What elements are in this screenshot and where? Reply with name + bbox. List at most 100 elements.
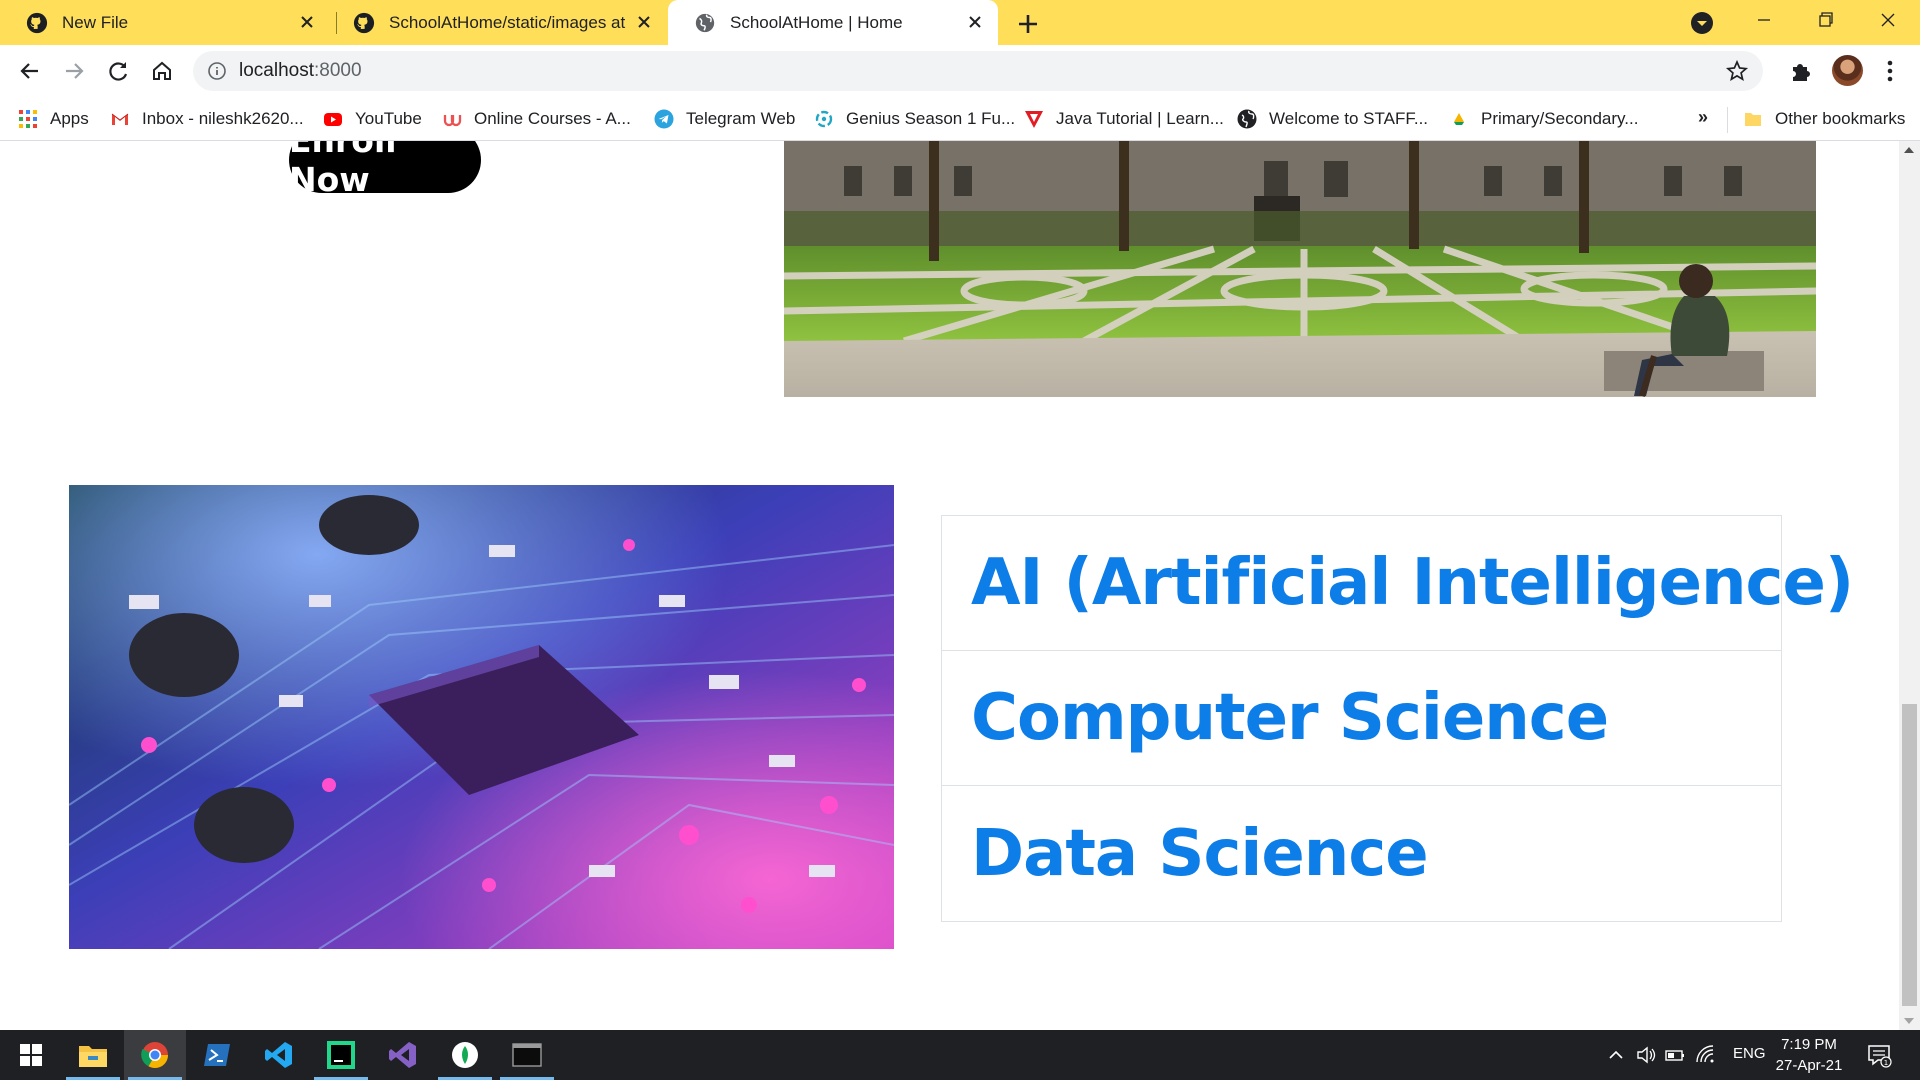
bookmark-label: Online Courses - A... <box>474 109 631 128</box>
url-host: localhost <box>239 60 314 81</box>
page-viewport: Enroll Now <box>0 141 1899 1030</box>
tab-search-icon[interactable] <box>1689 10 1715 36</box>
close-icon[interactable] <box>298 13 316 31</box>
input-language[interactable]: ENG <box>1733 1045 1766 1062</box>
restore-icon[interactable] <box>1795 0 1857 40</box>
minimize-icon[interactable] <box>1733 0 1795 40</box>
terminal-icon <box>512 1043 542 1067</box>
extensions-puzzle-icon[interactable] <box>1788 58 1814 84</box>
home-icon[interactable] <box>146 55 178 87</box>
close-icon[interactable] <box>635 13 653 31</box>
show-hidden-icons-chevron-icon[interactable] <box>1605 1044 1627 1066</box>
tab-strip: New File SchoolAtHome/static/images at r… <box>0 0 1920 45</box>
course-item-data-science[interactable]: Data Science <box>942 786 1781 921</box>
other-bookmarks-folder[interactable]: Other bookmarks <box>1743 106 1905 132</box>
page-scrollbar[interactable] <box>1899 141 1920 1030</box>
course-list: AI (Artificial Intelligence) Computer Sc… <box>941 515 1854 922</box>
course-item-ai[interactable]: AI (Artificial Intelligence) <box>942 516 1854 651</box>
tab-new-file[interactable]: New File <box>0 0 330 45</box>
bookmark-primary-secondary[interactable]: Primary/Secondary... <box>1449 106 1638 132</box>
clock-time: 7:19 PM <box>1781 1036 1837 1053</box>
genius-icon <box>815 110 833 128</box>
start-button[interactable] <box>0 1030 62 1080</box>
notification-center-icon[interactable]: 1 <box>1866 1042 1892 1068</box>
tab-schoolathome-home[interactable]: SchoolAtHome | Home <box>668 0 998 45</box>
folder-icon <box>1745 113 1761 126</box>
pycharm-icon <box>327 1041 355 1069</box>
window-close-icon[interactable] <box>1857 0 1919 40</box>
taskbar-powershell[interactable] <box>186 1030 248 1080</box>
scroll-down-arrow-icon[interactable] <box>1904 1018 1914 1024</box>
taskbar-file-explorer[interactable] <box>62 1030 124 1080</box>
profile-avatar[interactable] <box>1832 55 1863 86</box>
taskbar-chrome[interactable] <box>124 1030 186 1080</box>
drive-icon <box>1454 113 1464 125</box>
bookmark-label: Other bookmarks <box>1775 109 1906 128</box>
clock-date: 27-Apr-21 <box>1775 1057 1843 1074</box>
bookmark-label: Telegram Web <box>686 109 796 128</box>
file-explorer-icon <box>79 1046 107 1067</box>
battery-icon[interactable] <box>1664 1044 1686 1066</box>
url-text[interactable]: localhost:8000 <box>239 60 362 82</box>
globe-icon <box>1237 109 1257 129</box>
enroll-now-button[interactable]: Enroll Now <box>289 141 481 199</box>
taskbar-visual-studio[interactable] <box>372 1030 434 1080</box>
tab-title: New File <box>62 12 129 32</box>
vscode-icon <box>265 1042 292 1068</box>
telegram-icon <box>654 109 674 129</box>
gmail-icon <box>111 113 129 125</box>
bookmark-label: Welcome to STAFF... <box>1269 109 1429 128</box>
wifi-icon[interactable] <box>1694 1044 1716 1066</box>
bookmark-apps[interactable]: Apps <box>18 106 89 132</box>
bookmark-online-courses[interactable]: Online Courses - A... <box>442 106 631 132</box>
bookmark-youtube[interactable]: YouTube <box>323 106 422 132</box>
bookmark-label: Primary/Secondary... <box>1481 109 1639 128</box>
windows-start-icon <box>20 1044 42 1066</box>
bookmark-welcome-staff[interactable]: Welcome to STAFF... <box>1237 106 1428 132</box>
mongodb-compass-icon <box>452 1042 478 1068</box>
forward-icon[interactable] <box>58 55 90 87</box>
volume-icon[interactable] <box>1635 1044 1657 1066</box>
youtube-icon <box>324 113 342 126</box>
circuit-board-image <box>69 485 894 949</box>
address-bar[interactable]: localhost:8000 <box>193 51 1763 91</box>
bookmark-label: Apps <box>50 109 89 128</box>
bookmark-inbox[interactable]: Inbox - nileshk2620... <box>110 106 304 132</box>
reload-icon[interactable] <box>102 55 134 87</box>
tutorial-icon <box>1025 111 1043 128</box>
scroll-up-arrow-icon[interactable] <box>1904 147 1914 153</box>
browser-toolbar: localhost:8000 <box>0 45 1920 97</box>
back-icon[interactable] <box>14 55 46 87</box>
udemy-icon <box>443 115 462 127</box>
notification-count: 1 <box>1884 1059 1888 1067</box>
new-tab-icon[interactable] <box>1014 10 1042 38</box>
bookmarks-divider <box>1727 107 1728 133</box>
powershell-icon <box>204 1044 230 1066</box>
globe-icon <box>695 13 715 32</box>
github-icon <box>353 12 375 33</box>
taskbar-clock[interactable]: 7:19 PM 27-Apr-21 <box>1770 1034 1848 1076</box>
bookmark-genius[interactable]: Genius Season 1 Fu... <box>814 106 1015 132</box>
taskbar-mongodb-compass[interactable] <box>434 1030 496 1080</box>
windows-taskbar: ENG 7:19 PM 27-Apr-21 1 <box>0 1030 1920 1080</box>
close-icon[interactable] <box>966 13 984 31</box>
apps-grid-icon <box>19 110 37 128</box>
github-icon <box>26 12 48 33</box>
bookmark-star-icon[interactable] <box>1725 59 1749 83</box>
scroll-thumb[interactable] <box>1902 704 1917 1006</box>
bookmark-java-tutorial[interactable]: Java Tutorial | Learn... <box>1024 106 1224 132</box>
taskbar-pycharm[interactable] <box>310 1030 372 1080</box>
bookmark-label: Inbox - nileshk2620... <box>142 109 304 128</box>
bookmark-label: YouTube <box>355 109 422 128</box>
more-menu-icon[interactable] <box>1880 58 1900 84</box>
taskbar-terminal[interactable] <box>496 1030 558 1080</box>
visual-studio-icon <box>389 1042 416 1068</box>
tab-title: SchoolAtHome | Home <box>730 12 903 32</box>
course-item-computer-science[interactable]: Computer Science <box>942 651 1781 786</box>
enroll-now-label: Enroll Now <box>289 141 397 199</box>
tab-schoolathome-images[interactable]: SchoolAtHome/static/images at r <box>337 0 667 45</box>
bookmark-telegram[interactable]: Telegram Web <box>654 106 795 132</box>
bookmarks-overflow-button[interactable]: » <box>1698 107 1708 128</box>
info-icon[interactable] <box>207 61 227 81</box>
taskbar-vscode[interactable] <box>248 1030 310 1080</box>
